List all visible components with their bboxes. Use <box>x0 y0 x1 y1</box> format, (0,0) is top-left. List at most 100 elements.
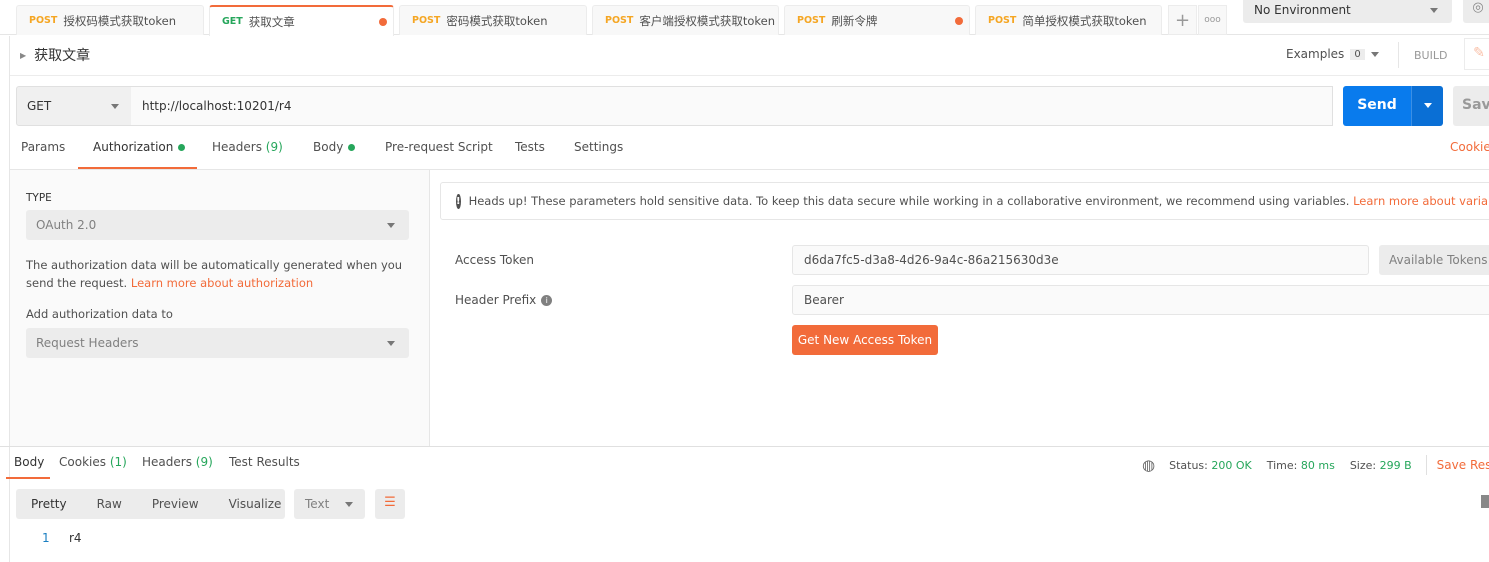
method-value: GET <box>27 99 52 113</box>
chevron-down-icon <box>1430 8 1438 13</box>
method-label: POST <box>605 15 634 26</box>
examples-dropdown[interactable]: Examples 0 <box>1286 47 1379 61</box>
access-token-label: Access Token <box>455 253 535 267</box>
tab-headers[interactable]: Headers (9) <box>212 140 283 169</box>
learn-more-variables-link[interactable]: Learn more about variables <box>1353 194 1489 208</box>
format-select[interactable]: Text <box>294 489 365 519</box>
more-icon: ooo <box>1204 15 1221 25</box>
more-tabs-button[interactable]: ooo <box>1198 5 1227 35</box>
header-prefix-input[interactable]: Bearer <box>792 285 1489 315</box>
wrap-lines-button[interactable]: ☰ <box>375 489 405 519</box>
access-token-input[interactable]: d6da7fc5-d3a8-4d26-9a4c-86a215630d3e <box>792 245 1369 275</box>
chevron-down-icon <box>387 341 395 346</box>
cookies-count: (1) <box>109 455 127 469</box>
available-tokens-select[interactable]: Available Tokens <box>1379 245 1489 275</box>
response-tab-cookies[interactable]: Cookies (1) <box>59 455 127 469</box>
get-new-access-token-button[interactable]: Get New Access Token <box>792 325 938 355</box>
request-tab[interactable]: POST 授权码模式获取token <box>16 5 204 35</box>
copy-icon[interactable] <box>1481 495 1489 508</box>
view-raw-button[interactable]: Raw <box>82 497 137 511</box>
url-input[interactable]: http://localhost:10201/r4 <box>131 86 1333 126</box>
tab-body[interactable]: Body <box>313 140 356 169</box>
method-label: POST <box>412 15 441 26</box>
auth-type-value: OAuth 2.0 <box>36 218 97 232</box>
sidebar-edge <box>0 36 10 562</box>
unsaved-dot <box>379 18 387 26</box>
view-preview-button[interactable]: Preview <box>137 497 214 511</box>
environment-value: No Environment <box>1254 3 1351 17</box>
chevron-down-icon <box>387 223 395 228</box>
save-button[interactable]: Save <box>1453 86 1489 126</box>
response-body-line[interactable]: r4 <box>69 531 82 545</box>
status-label: Status: <box>1169 458 1208 472</box>
add-to-value: Request Headers <box>36 336 139 350</box>
view-visualize-button[interactable]: Visualize <box>214 497 297 511</box>
status-dot <box>178 144 186 151</box>
edit-button[interactable]: ✎ <box>1464 38 1489 70</box>
auth-type-select[interactable]: OAuth 2.0 <box>26 210 409 240</box>
tab-label: Settings <box>574 140 624 154</box>
request-title-text: 获取文章 <box>34 48 91 64</box>
learn-more-authorization-link[interactable]: Learn more about authorization <box>131 276 313 290</box>
tab-name: 授权码模式获取token <box>63 13 177 28</box>
header-prefix-text: Header Prefix <box>455 293 537 307</box>
method-label: POST <box>988 15 1017 26</box>
request-title[interactable]: ▶ 获取文章 <box>20 45 90 65</box>
method-label: POST <box>797 15 826 26</box>
request-tab[interactable]: POST 客户端授权模式获取token <box>592 5 779 35</box>
environment-quick-look-button[interactable]: ◎ <box>1463 0 1489 23</box>
divider <box>1425 455 1427 475</box>
method-label: GET <box>222 16 243 27</box>
request-tab-active[interactable]: GET 获取文章 <box>209 5 394 36</box>
info-icon: ! <box>456 193 461 209</box>
tab-name: 简单授权模式获取token <box>1022 13 1147 28</box>
environment-select[interactable]: No Environment <box>1243 0 1452 23</box>
view-mode-group: Pretty Raw Preview Visualize <box>16 489 285 519</box>
view-pretty-button[interactable]: Pretty <box>16 497 82 511</box>
examples-label: Examples <box>1286 47 1345 61</box>
plus-icon: + <box>1174 9 1191 31</box>
tab-settings[interactable]: Settings <box>574 140 623 169</box>
sensitive-data-notice: ! Heads up! These parameters hold sensiti… <box>440 182 1489 220</box>
build-mode-label[interactable]: BUILD <box>1414 49 1447 62</box>
divider <box>0 446 1489 447</box>
tab-label: Pre-request Script <box>385 140 493 154</box>
request-tab[interactable]: POST 简单授权模式获取token <box>975 5 1162 35</box>
tab-pre-request-script[interactable]: Pre-request Script <box>385 140 493 169</box>
save-response-button[interactable]: Save Response <box>1437 458 1489 472</box>
examples-count: 0 <box>1350 48 1365 60</box>
tab-label: Body <box>14 455 45 469</box>
response-tab-test-results[interactable]: Test Results <box>229 455 300 469</box>
add-tab-button[interactable]: + <box>1168 5 1197 35</box>
size-label: Size: <box>1349 458 1377 472</box>
pencil-icon: ✎ <box>1473 45 1485 61</box>
add-to-label: Add authorization data to <box>26 307 173 321</box>
tab-name: 获取文章 <box>248 14 295 29</box>
tab-label: Headers <box>212 140 262 154</box>
response-tab-headers[interactable]: Headers (9) <box>142 455 213 469</box>
method-label: POST <box>29 15 58 26</box>
notice-text: Heads up! These parameters hold sensitiv… <box>468 194 1350 208</box>
unsaved-dot <box>955 17 963 25</box>
headers-count: (9) <box>265 140 283 154</box>
tab-name: 客户端授权模式获取token <box>639 13 776 28</box>
tab-name: 刷新令牌 <box>831 13 878 28</box>
send-options-button[interactable] <box>1411 86 1443 126</box>
cookies-link[interactable]: Cookies <box>1450 140 1489 169</box>
tab-params[interactable]: Params <box>21 140 65 169</box>
time-label: Time: <box>1266 458 1298 472</box>
method-select[interactable]: GET <box>16 86 132 126</box>
tab-authorization[interactable]: Authorization <box>78 140 197 169</box>
globe-icon[interactable]: ◍ <box>1142 456 1155 474</box>
request-tab[interactable]: POST 刷新令牌 <box>784 5 970 35</box>
tab-label: Authorization <box>93 140 174 154</box>
response-tab-body[interactable]: Body <box>6 455 50 479</box>
tab-label: Body <box>313 140 344 154</box>
tab-tests[interactable]: Tests <box>515 140 545 169</box>
info-icon[interactable]: i <box>541 294 553 306</box>
type-label: TYPE <box>26 192 52 204</box>
request-tab[interactable]: POST 密码模式获取token <box>399 5 587 35</box>
send-button[interactable]: Send <box>1343 86 1411 126</box>
tab-label: Tests <box>515 140 545 154</box>
add-to-select[interactable]: Request Headers <box>26 328 409 358</box>
